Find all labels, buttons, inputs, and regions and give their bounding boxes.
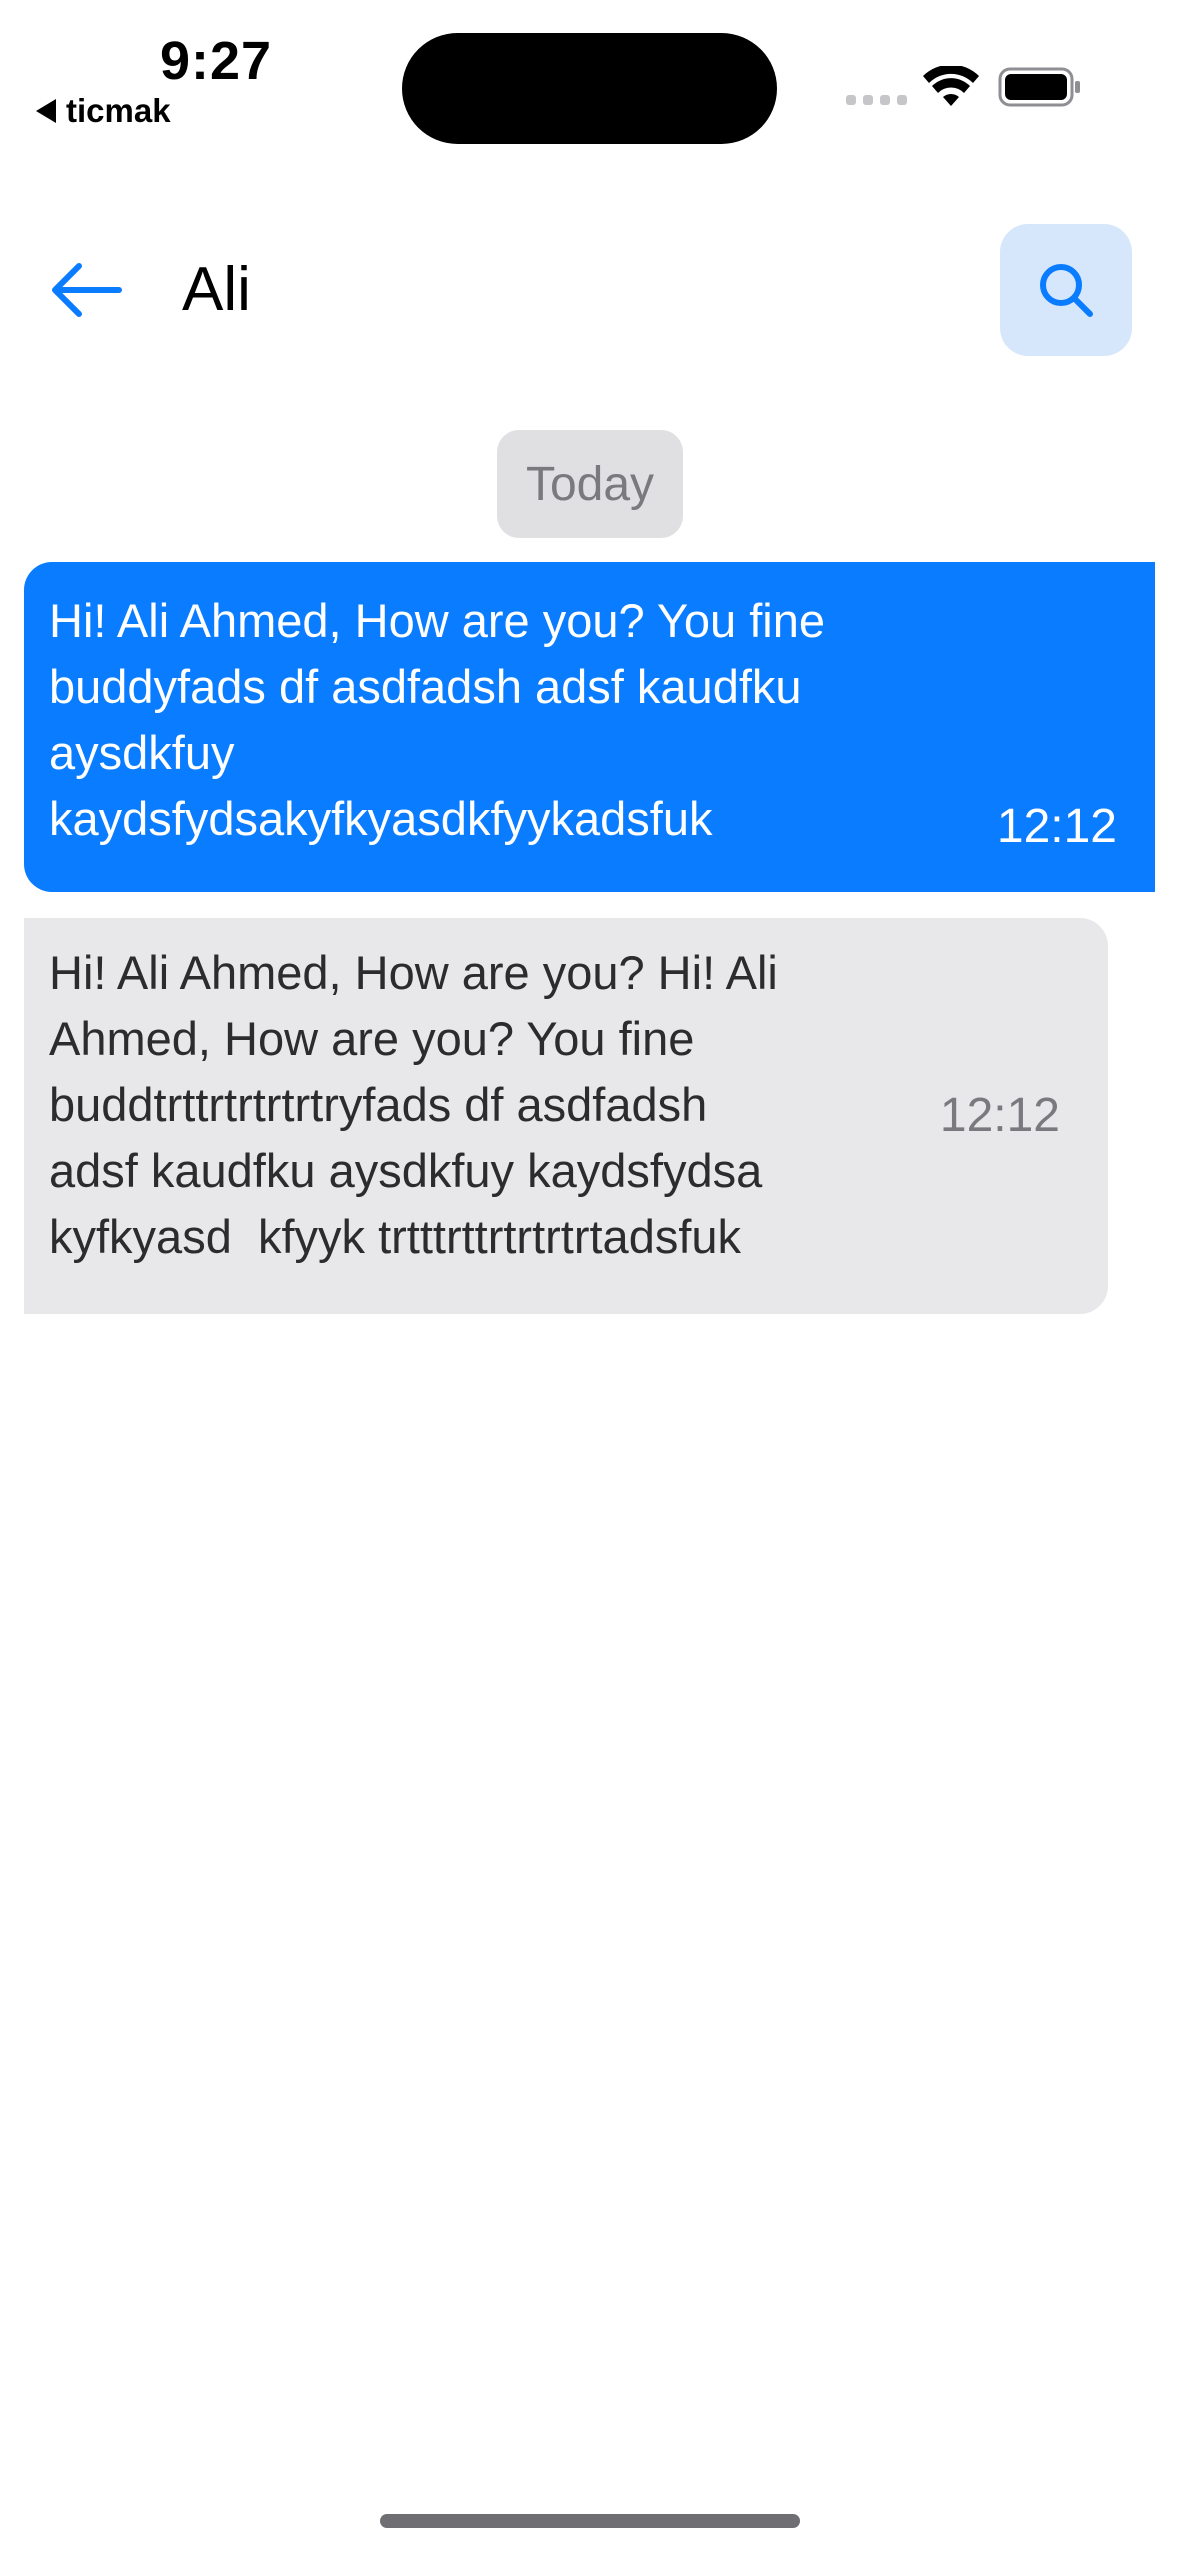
wifi-icon <box>923 66 979 106</box>
back-to-app-link[interactable]: ticmak <box>36 92 171 130</box>
message-timestamp: 12:12 <box>996 800 1117 853</box>
search-icon <box>1040 264 1093 317</box>
message-timestamp: 12:12 <box>939 1089 1060 1142</box>
dynamic-island <box>402 33 777 144</box>
contact-name: Ali <box>182 255 251 324</box>
date-separator: Today <box>497 430 683 538</box>
message-text: Hi! Ali Ahmed, How are you? Hi! Ali Ahme… <box>49 946 778 1263</box>
arrow-left-icon <box>52 263 122 317</box>
search-button[interactable] <box>1000 224 1132 356</box>
home-indicator[interactable] <box>380 2514 800 2528</box>
cellular-signal-icon <box>846 95 907 105</box>
battery-icon <box>998 67 1080 107</box>
status-time: 9:27 <box>160 31 273 91</box>
status-bar: 9:27 ticmak <box>0 0 1179 180</box>
back-triangle-icon <box>36 99 56 123</box>
back-app-label: ticmak <box>66 92 171 129</box>
incoming-message-bubble[interactable]: Hi! Ali Ahmed, How are you? Hi! Ali Ahme… <box>24 918 1108 1314</box>
chat-header: Ali <box>0 220 1179 360</box>
message-text: Hi! Ali Ahmed, How are you? You fine bud… <box>49 594 825 845</box>
back-button[interactable] <box>40 250 130 330</box>
outgoing-message-bubble[interactable]: Hi! Ali Ahmed, How are you? You fine bud… <box>24 562 1155 892</box>
